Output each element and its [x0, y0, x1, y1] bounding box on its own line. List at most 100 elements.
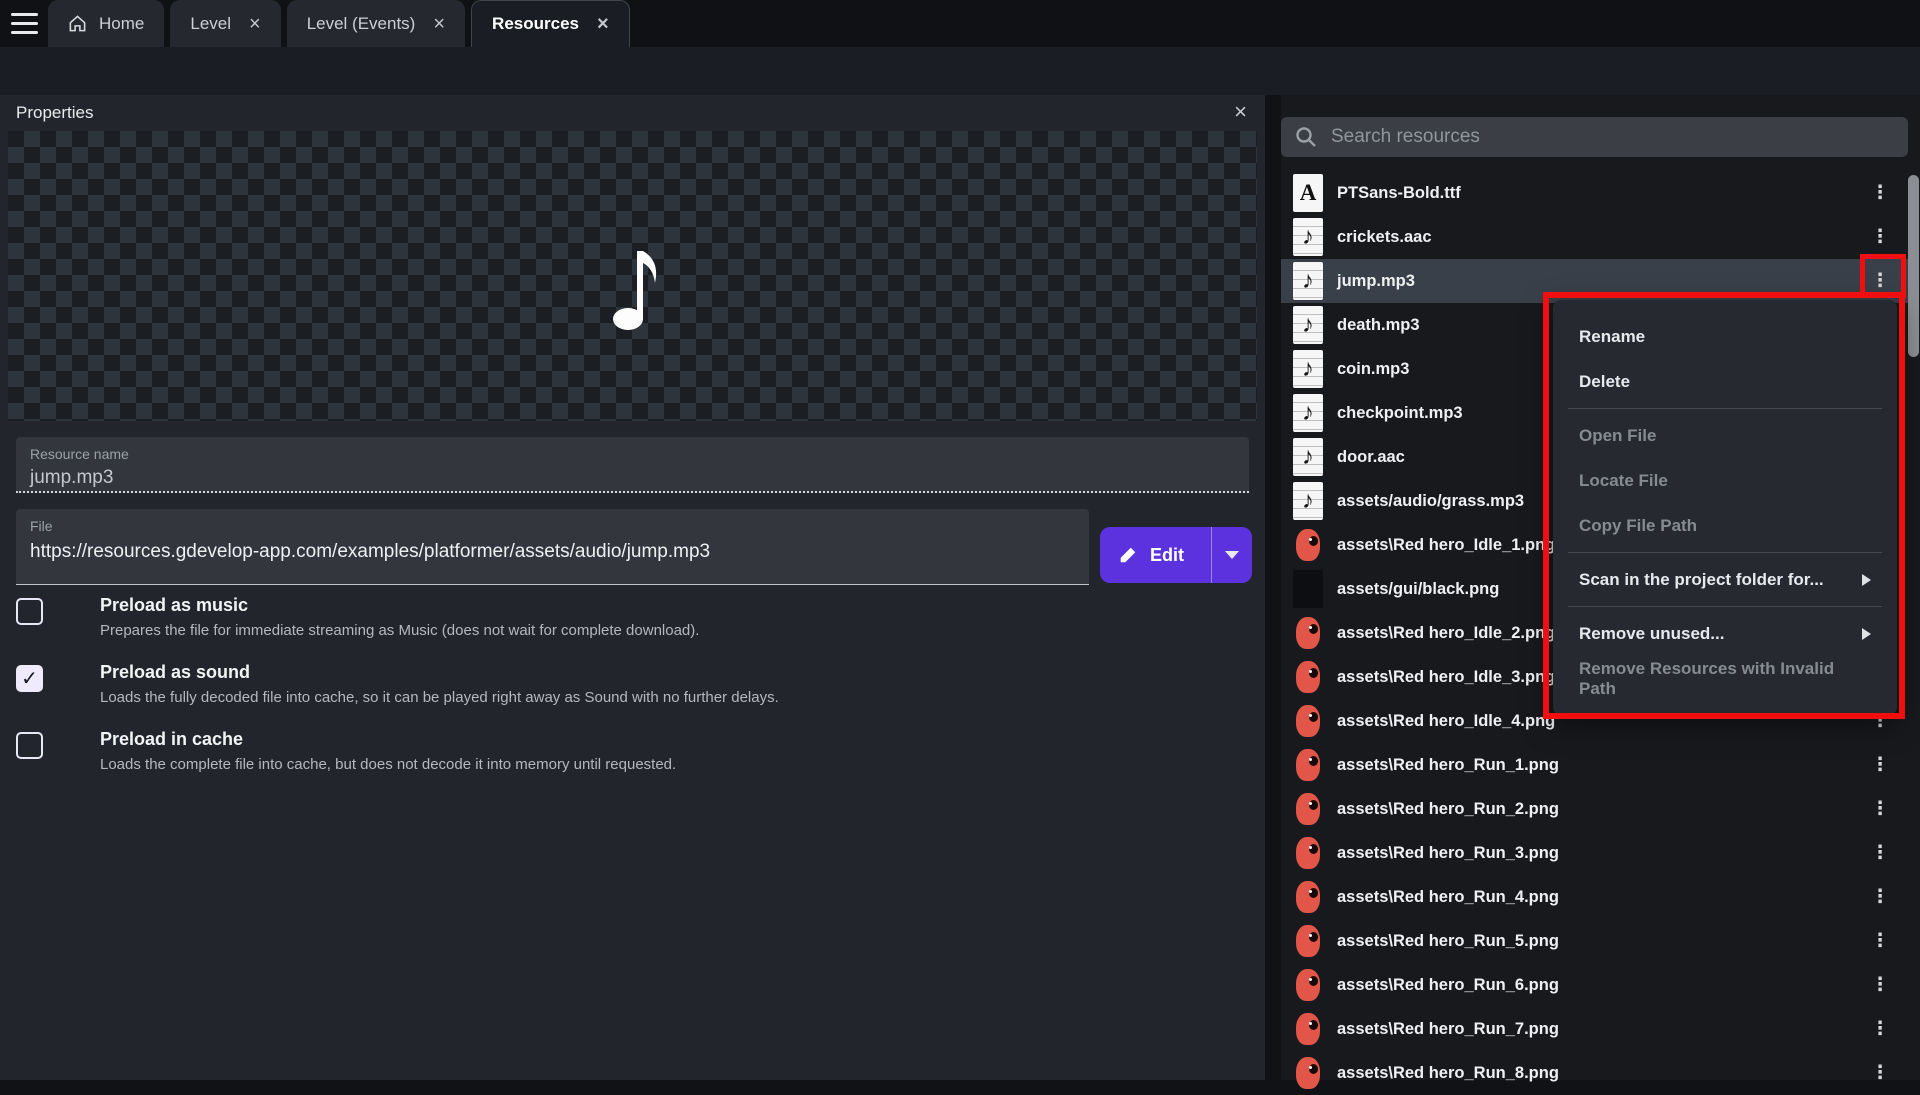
- menu-item-remove-invalid-path: Remove Resources with Invalid Path: [1553, 656, 1897, 701]
- sprite-thumbnail-icon: [1296, 617, 1320, 649]
- sprite-thumbnail-icon: [1296, 969, 1320, 1001]
- list-item[interactable]: assets\Red hero_Run_8.png⋮: [1281, 1051, 1908, 1095]
- main-toolbar: Preview Publish: [0, 47, 1920, 95]
- tab-level-events[interactable]: Level (Events) ×: [287, 0, 465, 47]
- menu-item-rename[interactable]: Rename: [1553, 314, 1897, 359]
- list-item[interactable]: assets\Red hero_Run_6.png⋮: [1281, 963, 1908, 1007]
- tab-label: Level: [190, 14, 231, 34]
- sprite-thumbnail-icon: [1296, 749, 1320, 781]
- kebab-menu-icon[interactable]: ⋮: [1870, 1018, 1890, 1041]
- file-field[interactable]: File https://resources.gdevelop-app.com/…: [16, 509, 1089, 585]
- checkbox-description: Prepares the file for immediate streamin…: [100, 622, 1116, 639]
- sprite-thumbnail-icon: [1296, 1013, 1320, 1045]
- list-item[interactable]: assets\Red hero_Run_4.png⋮: [1281, 875, 1908, 919]
- menu-item-copy-file-path: Copy File Path: [1553, 503, 1897, 548]
- tab-level[interactable]: Level ×: [170, 0, 280, 47]
- preload-in-cache-row: Preload in cache Loads the complete file…: [16, 729, 1116, 773]
- menu-item-scan-project-folder[interactable]: Scan in the project folder for...: [1553, 557, 1897, 602]
- checkbox-description: Loads the fully decoded file into cache,…: [100, 689, 1116, 706]
- menu-item-locate-file: Locate File: [1553, 458, 1897, 503]
- kebab-menu-icon[interactable]: ⋮: [1870, 886, 1890, 909]
- list-item[interactable]: assets\Red hero_Run_3.png⋮: [1281, 831, 1908, 875]
- resource-name-field[interactable]: Resource name jump.mp3: [16, 437, 1249, 493]
- preload-as-music-checkbox[interactable]: [16, 598, 43, 625]
- kebab-menu-icon[interactable]: ⋮: [1870, 754, 1890, 777]
- check-icon: ✓: [21, 666, 38, 691]
- resource-preview-area: [8, 131, 1257, 421]
- list-item-selected[interactable]: ♪jump.mp3⋮: [1281, 259, 1908, 303]
- tab-home[interactable]: Home: [48, 0, 164, 47]
- file-url-value: https://resources.gdevelop-app.com/examp…: [30, 541, 1075, 563]
- hamburger-menu-icon[interactable]: [11, 13, 38, 34]
- list-item[interactable]: assets\Red hero_Run_7.png⋮: [1281, 1007, 1908, 1051]
- checkbox-title: Preload in cache: [100, 729, 1116, 750]
- checkbox-title: Preload as sound: [100, 662, 1116, 683]
- preload-in-cache-checkbox[interactable]: [16, 732, 43, 759]
- list-item[interactable]: assets\Red hero_Run_5.png⋮: [1281, 919, 1908, 963]
- sprite-thumbnail-icon: [1296, 1057, 1320, 1089]
- preload-as-music-row: Preload as music Prepares the file for i…: [16, 595, 1116, 639]
- chevron-down-icon: [1225, 551, 1239, 559]
- home-icon: [68, 14, 87, 33]
- list-item[interactable]: APTSans-Bold.ttf⋮: [1281, 171, 1908, 215]
- close-icon[interactable]: ×: [249, 14, 261, 34]
- tab-resources[interactable]: Resources ×: [471, 0, 630, 47]
- close-icon[interactable]: ×: [433, 14, 445, 34]
- font-file-icon: A: [1293, 174, 1323, 212]
- menu-divider: [1568, 606, 1882, 607]
- edit-label: Edit: [1150, 545, 1184, 566]
- audio-file-icon: ♪: [1293, 350, 1323, 388]
- audio-file-icon: ♪: [1293, 482, 1323, 520]
- sprite-thumbnail-icon: [1296, 881, 1320, 913]
- audio-file-icon: ♪: [1293, 262, 1323, 300]
- resource-name-value: jump.mp3: [30, 467, 1235, 489]
- kebab-menu-icon[interactable]: ⋮: [1870, 974, 1890, 997]
- kebab-menu-icon[interactable]: ⋮: [1870, 930, 1890, 953]
- edit-dropdown-button[interactable]: [1212, 551, 1252, 559]
- image-thumbnail-icon: [1293, 570, 1323, 608]
- preload-as-sound-row: ✓ Preload as sound Loads the fully decod…: [16, 662, 1116, 706]
- audio-file-icon: ♪: [1293, 394, 1323, 432]
- audio-file-icon: ♪: [1293, 438, 1323, 476]
- kebab-menu-icon[interactable]: ⋮: [1870, 842, 1890, 865]
- list-item[interactable]: ♪crickets.aac⋮: [1281, 215, 1908, 259]
- kebab-menu-icon[interactable]: ⋮: [1870, 1062, 1890, 1085]
- panel-title: Properties: [16, 103, 93, 123]
- tab-label: Resources: [492, 14, 579, 34]
- properties-panel: Properties × Resource name jump.mp3 File…: [0, 95, 1265, 1080]
- preload-as-sound-checkbox[interactable]: ✓: [16, 665, 43, 692]
- menu-divider: [1568, 552, 1882, 553]
- properties-header: Properties ×: [0, 95, 1265, 131]
- submenu-arrow-icon: [1862, 628, 1871, 640]
- close-icon[interactable]: ×: [1234, 99, 1247, 125]
- list-item[interactable]: assets\Red hero_Run_1.png⋮: [1281, 743, 1908, 787]
- list-item[interactable]: assets\Red hero_Run_2.png⋮: [1281, 787, 1908, 831]
- checkbox-description: Loads the complete file into cache, but …: [100, 756, 1116, 773]
- tab-strip: Home Level × Level (Events) × Resources …: [0, 0, 1920, 47]
- audio-file-icon: ♪: [1293, 218, 1323, 256]
- kebab-menu-icon[interactable]: ⋮: [1870, 182, 1890, 205]
- field-label: File: [30, 518, 1075, 534]
- tab-bar: Home Level × Level (Events) × Resources …: [48, 0, 630, 47]
- search-input[interactable]: [1281, 117, 1908, 157]
- kebab-menu-icon[interactable]: ⋮: [1870, 798, 1890, 821]
- sprite-thumbnail-icon: [1296, 837, 1320, 869]
- kebab-menu-icon[interactable]: ⋮: [1870, 226, 1890, 249]
- audio-file-icon: ♪: [1293, 306, 1323, 344]
- menu-divider: [1568, 408, 1882, 409]
- edit-button[interactable]: Edit: [1100, 527, 1252, 583]
- menu-item-open-file: Open File: [1553, 413, 1897, 458]
- music-note-icon: [608, 239, 674, 333]
- menu-item-remove-unused[interactable]: Remove unused...: [1553, 611, 1897, 656]
- close-icon[interactable]: ×: [597, 14, 609, 34]
- pencil-icon: [1118, 545, 1138, 565]
- menu-item-delete[interactable]: Delete: [1553, 359, 1897, 404]
- tab-label: Home: [99, 14, 144, 34]
- kebab-menu-icon[interactable]: ⋮: [1870, 270, 1890, 293]
- field-label: Resource name: [30, 446, 1235, 462]
- submenu-arrow-icon: [1862, 574, 1871, 586]
- scrollbar-thumb[interactable]: [1908, 175, 1919, 357]
- sprite-thumbnail-icon: [1296, 793, 1320, 825]
- resource-context-menu: Rename Delete Open File Locate File Copy…: [1553, 300, 1897, 715]
- sprite-thumbnail-icon: [1296, 661, 1320, 693]
